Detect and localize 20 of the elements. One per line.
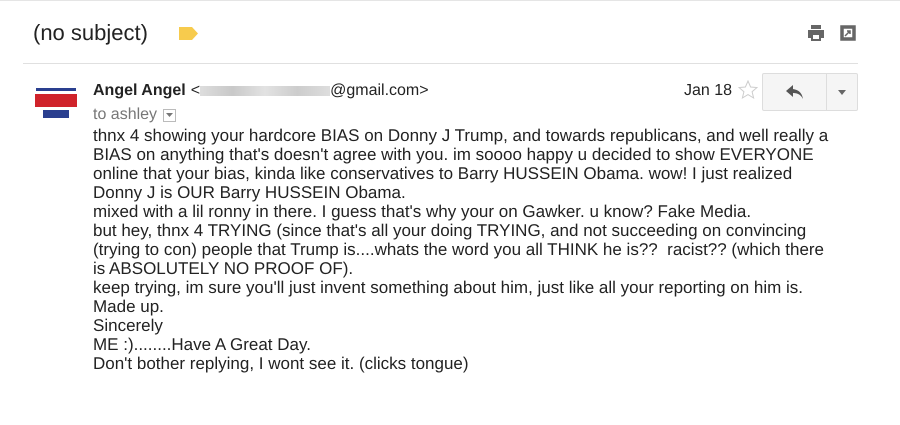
body-paragraph: but hey, thnx 4 TRYING (since that's all your doing TRYING, and not succeeding on convincing (trying to con) people that Trump is....whats the word you all THINK he is?? racist?? (which there is ABSOLUTELY NO PROOF OF). (93, 221, 826, 278)
body-paragraph: mixed with a lil ronny in there. I guess that's why your on Gawker. u know? Fake Media. (93, 202, 752, 221)
sender-name: Angel Angel (93, 82, 186, 100)
body-paragraph: thnx 4 showing your hardcore BIAS on Donny J Trump, and towards republicans, and well really a BIAS on anything that's doesn't agree with you. im soooo happy u decided to show EVERYONE online that your bias, kinda like conservatives to Barry HUSSEIN Obama. wow! I just realized Donny J is OUR Barry HUSSEIN Obama. (93, 126, 830, 202)
subject-title: (no subject) (33, 20, 148, 46)
recipient-text: to ashley (93, 106, 158, 124)
address-bracket: < (190, 82, 200, 100)
sender-address: @gmail.com> (330, 82, 429, 100)
reply-icon (786, 85, 804, 99)
body-paragraph: Don't bother replying, I wont see it. (clicks tongue) (93, 354, 470, 373)
print-icon[interactable] (806, 23, 826, 43)
body-paragraph: Sincerely (93, 316, 164, 335)
body-paragraph: ME :)........Have A Great Day. (93, 335, 312, 354)
message-date: Jan 18 (684, 82, 732, 101)
new-window-icon[interactable] (838, 23, 858, 43)
caret-icon (838, 90, 846, 94)
caret-icon (166, 113, 174, 117)
details-dropdown[interactable] (163, 108, 176, 122)
star-icon[interactable] (738, 80, 758, 100)
body-paragraph: keep trying, im sure you'll just invent something about him, just like all your reporting on him is. Made up. (93, 278, 804, 316)
